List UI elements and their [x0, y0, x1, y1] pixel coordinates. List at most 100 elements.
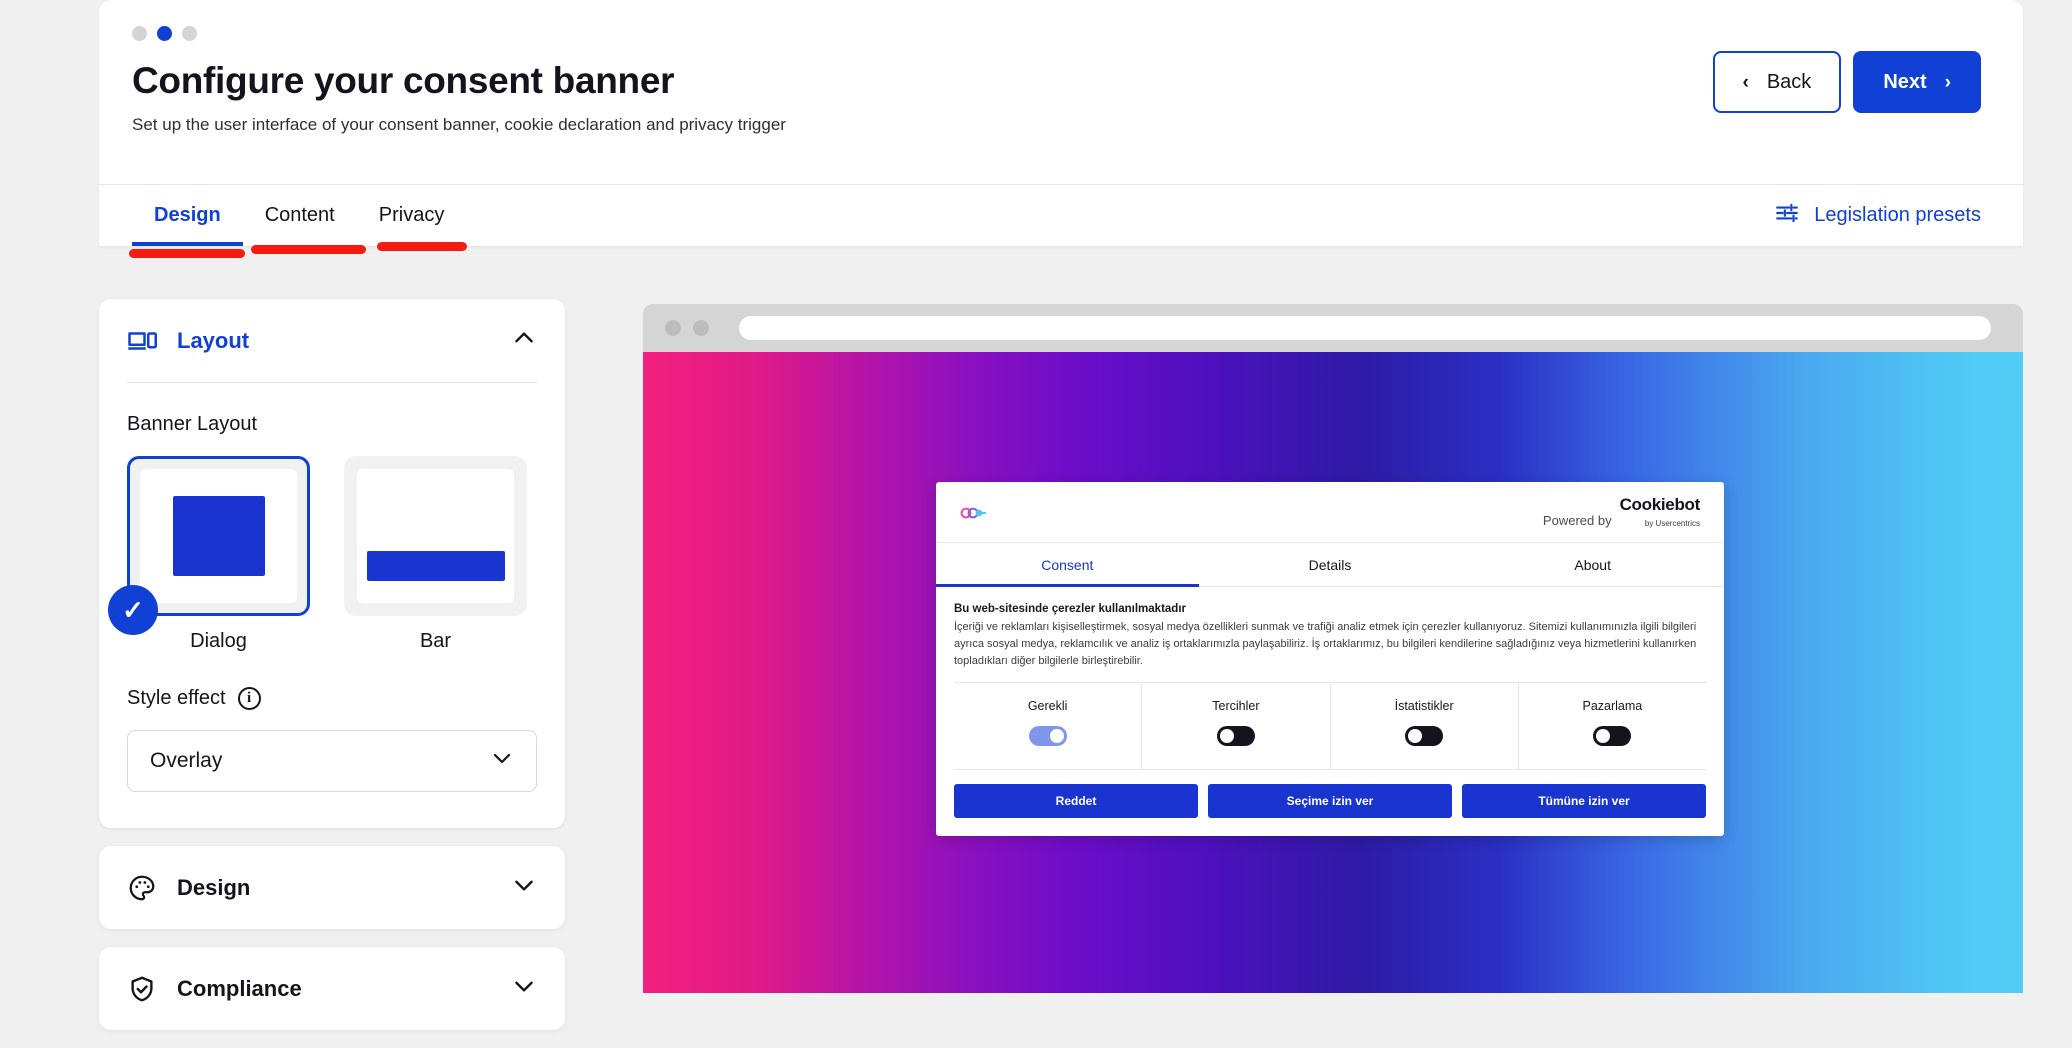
browser-dot-2 — [693, 320, 709, 336]
style-effect-label-row: Style effect i — [127, 687, 537, 710]
panel-compliance-header[interactable]: Compliance — [99, 947, 565, 1030]
cookiebot-brand-name: Cookiebot — [1620, 495, 1700, 514]
back-button-label: Back — [1767, 71, 1811, 94]
tab-design-label: Design — [154, 204, 221, 227]
layout-thumb-dialog-inner — [140, 469, 297, 603]
allow-all-button[interactable]: Tümüne izin ver — [1462, 784, 1706, 818]
cookiebot-mark-icon — [960, 506, 986, 520]
banner-categories: Gerekli Tercihler İstatistikler Pazarlam… — [954, 682, 1706, 770]
page-title: Configure your consent banner — [132, 59, 1983, 103]
banner-tab-consent[interactable]: Consent — [936, 543, 1199, 586]
browser-address-bar[interactable] — [739, 316, 1991, 340]
panel-compliance-title: Compliance — [177, 976, 302, 1002]
sliders-icon — [1774, 200, 1800, 232]
next-button-label: Next — [1883, 71, 1926, 94]
tabs-row: Design Content Privacy Legislation prese… — [99, 184, 2023, 246]
layout-option-dialog-label: Dialog — [127, 630, 310, 653]
category-marketing-label: Pazarlama — [1519, 699, 1706, 713]
annotation-underline-privacy — [377, 242, 467, 251]
panel-layout-body: Banner Layout ✓ Dialog — [99, 413, 565, 828]
style-effect-label: Style effect — [127, 687, 226, 710]
devices-icon — [127, 326, 157, 356]
powered-by-block: Powered by Cookiebot by Usercentrics — [1543, 496, 1700, 530]
layout-option-bar[interactable]: Bar — [344, 456, 527, 653]
chevron-down-icon — [490, 746, 514, 776]
layout-option-bar-label: Bar — [344, 630, 527, 653]
allow-selection-button[interactable]: Seçime izin ver — [1208, 784, 1452, 818]
cookiebot-brand: Cookiebot by Usercentrics — [1620, 496, 1700, 530]
settings-sidebar: Layout Banner Layout ✓ Dialog — [99, 299, 565, 1048]
tab-list: Design Content Privacy — [132, 185, 466, 246]
category-statistics: İstatistikler — [1331, 683, 1519, 769]
layout-thumb-bar-inner — [357, 469, 514, 603]
powered-by-label: Powered by — [1543, 513, 1612, 530]
banner-tab-about[interactable]: About — [1461, 543, 1724, 586]
preview-background: Powered by Cookiebot by Usercentrics Con… — [643, 352, 2023, 993]
cookiebot-brand-sub: by Usercentrics — [1645, 519, 1700, 528]
banner-top-row: Powered by Cookiebot by Usercentrics — [936, 482, 1724, 542]
chevron-down-icon[interactable] — [511, 973, 537, 1004]
panel-design: Design — [99, 846, 565, 929]
browser-chrome — [643, 304, 2023, 352]
tab-design[interactable]: Design — [132, 185, 243, 246]
category-statistics-toggle[interactable] — [1405, 726, 1443, 746]
tab-privacy-label: Privacy — [379, 204, 445, 227]
deny-button[interactable]: Reddet — [954, 784, 1198, 818]
banner-tab-details[interactable]: Details — [1199, 543, 1462, 586]
page-header-card: Configure your consent banner Set up the… — [99, 0, 2023, 246]
banner-heading: Bu web-sitesinde çerezler kullanılmaktad… — [954, 603, 1706, 615]
chevron-right-icon: › — [1945, 73, 1951, 92]
tab-privacy[interactable]: Privacy — [357, 185, 467, 246]
panel-layout-header[interactable]: Layout — [99, 299, 565, 382]
header-actions: ‹ Back Next › — [1713, 51, 1981, 113]
banner-preview: Powered by Cookiebot by Usercentrics Con… — [643, 304, 2023, 993]
banner-actions: Reddet Seçime izin ver Tümüne izin ver — [936, 770, 1724, 836]
header-row: Configure your consent banner Set up the… — [99, 0, 2023, 184]
step-dot-3[interactable] — [182, 26, 197, 41]
legislation-presets-button[interactable]: Legislation presets — [1774, 200, 1981, 232]
step-dot-1[interactable] — [132, 26, 147, 41]
bar-shape-icon — [367, 551, 505, 581]
chevron-down-icon[interactable] — [511, 872, 537, 903]
category-necessary: Gerekli — [954, 683, 1142, 769]
layout-option-dialog[interactable]: ✓ Dialog — [127, 456, 310, 653]
banner-tab-consent-label: Consent — [1041, 557, 1093, 573]
category-marketing: Pazarlama — [1519, 683, 1706, 769]
cookie-consent-banner: Powered by Cookiebot by Usercentrics Con… — [936, 482, 1724, 836]
chevron-left-icon: ‹ — [1743, 73, 1749, 92]
shield-check-icon — [127, 974, 157, 1004]
banner-layout-options: ✓ Dialog Bar — [127, 456, 537, 653]
category-preferences-toggle[interactable] — [1217, 726, 1255, 746]
selected-check-icon: ✓ — [108, 585, 158, 635]
panel-compliance: Compliance — [99, 947, 565, 1030]
step-dots — [132, 26, 1983, 41]
style-effect-select[interactable]: Overlay — [127, 730, 537, 792]
info-icon[interactable]: i — [238, 687, 261, 710]
spacer — [127, 653, 537, 687]
browser-dot-1 — [665, 320, 681, 336]
back-button[interactable]: ‹ Back — [1713, 51, 1842, 113]
category-preferences-label: Tercihler — [1142, 699, 1329, 713]
panel-layout: Layout Banner Layout ✓ Dialog — [99, 299, 565, 828]
step-dot-2[interactable] — [157, 26, 172, 41]
category-marketing-toggle[interactable] — [1593, 726, 1631, 746]
banner-tab-details-label: Details — [1309, 557, 1352, 573]
palette-icon — [127, 873, 157, 903]
tab-content-label: Content — [265, 204, 335, 227]
banner-tab-list: Consent Details About — [936, 542, 1724, 587]
next-button[interactable]: Next › — [1853, 51, 1981, 113]
annotation-underline-design — [129, 249, 245, 258]
panel-design-header[interactable]: Design — [99, 846, 565, 929]
style-effect-value: Overlay — [150, 749, 222, 773]
layout-thumb-dialog: ✓ — [127, 456, 310, 616]
chevron-up-icon[interactable] — [511, 325, 537, 356]
layout-thumb-bar — [344, 456, 527, 616]
category-statistics-label: İstatistikler — [1331, 699, 1518, 713]
banner-tab-about-label: About — [1574, 557, 1611, 573]
annotation-underline-content — [251, 245, 366, 254]
tab-content[interactable]: Content — [243, 185, 357, 246]
category-necessary-toggle[interactable] — [1029, 726, 1067, 746]
dialog-shape-icon — [173, 496, 265, 576]
banner-description: İçeriği ve reklamları kişiselleştirmek, … — [954, 619, 1706, 670]
banner-layout-label: Banner Layout — [127, 413, 537, 436]
